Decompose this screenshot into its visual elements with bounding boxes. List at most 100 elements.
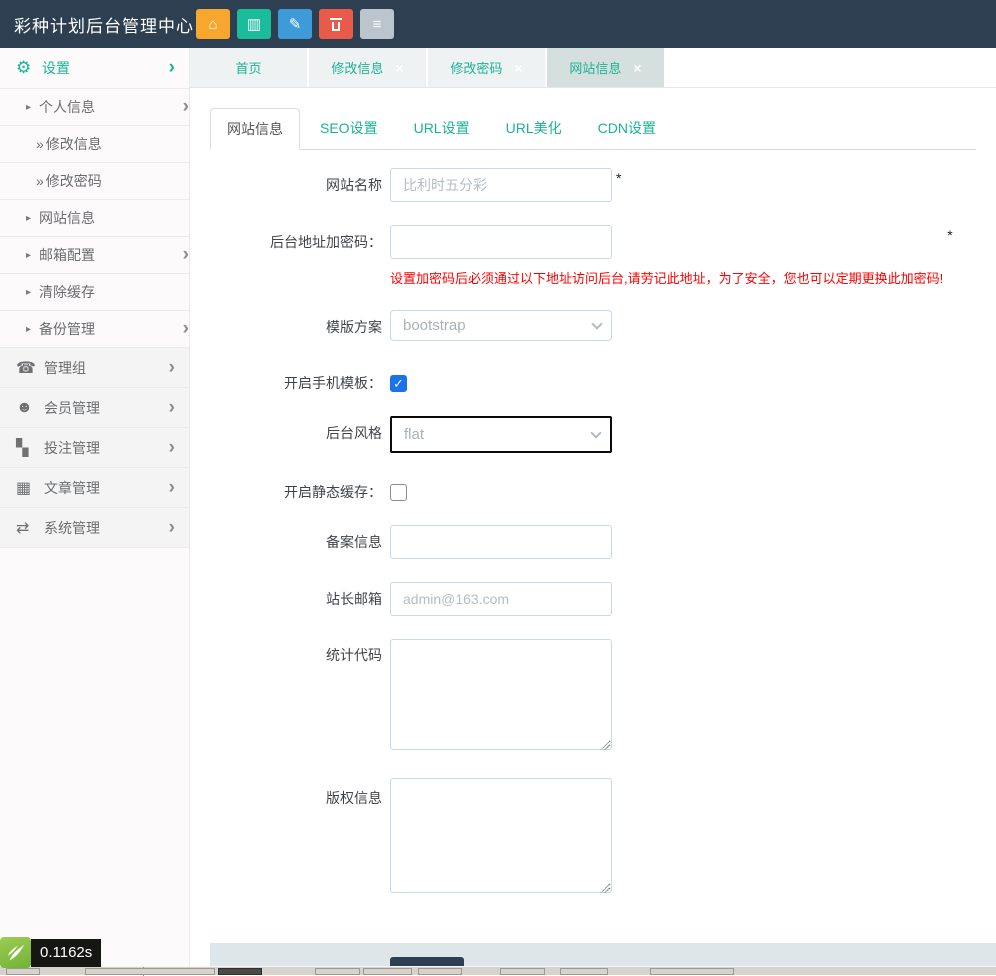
tab-modify-password[interactable]: 修改密码 × (428, 48, 545, 87)
sidebar-item-clear-cache[interactable]: ▸ 清除缓存 (0, 274, 189, 311)
thinkphp-leaf-icon (0, 937, 31, 968)
admin-path-warning: 设置加密码后必须通过以下地址访问后台,请劳记此地址，为了安全，您也可以定期更换此… (390, 268, 943, 287)
taskbar-button[interactable] (560, 968, 608, 975)
taskbar-button[interactable] (6, 968, 40, 975)
sidebar-item-label: 会员管理 (44, 398, 169, 418)
save-button[interactable]: 保存 (390, 957, 464, 966)
home-icon: ⌂ (208, 16, 217, 33)
chevron-right-icon: › (183, 100, 189, 114)
sidebar-item-label: 清除缓存 (39, 282, 189, 302)
tab-site-info[interactable]: 网站信息 × (547, 48, 664, 87)
mobile-template-checkbox[interactable]: ✓ (390, 375, 407, 392)
sidebar-item-label: 文章管理 (44, 478, 169, 498)
site-name-input[interactable] (390, 168, 612, 202)
field-label: 后台地址加密码： (210, 225, 382, 259)
stats-code-textarea[interactable] (390, 639, 612, 750)
sidebar-item-label: 系统管理 (44, 518, 169, 538)
top-header: 彩种计划后台管理中心 ⌂ ▥ ✎ ≡ (0, 0, 996, 48)
sidebar-item-members[interactable]: ☻ 会员管理 › (0, 388, 189, 428)
field-label: 开启静态缓存： (210, 482, 382, 502)
content-navtabs: 网站信息 SEO设置 URL设置 URL美化 CDN设置 (210, 108, 976, 150)
form-row-site-name: 网站名称 * (210, 168, 976, 202)
tab-seo-settings[interactable]: SEO设置 (304, 108, 394, 149)
sidebar-item-betting[interactable]: ▚ 投注管理 › (0, 428, 189, 468)
tab-modify-info[interactable]: 修改信息 × (309, 48, 426, 87)
static-cache-checkbox[interactable] (390, 484, 407, 501)
close-icon[interactable]: × (395, 60, 403, 76)
modules-button[interactable]: ▥ (237, 9, 271, 39)
taskbar-button[interactable] (418, 968, 462, 975)
form-row-template: 模版方案 bootstrap (210, 310, 976, 344)
tab-site-info-section[interactable]: 网站信息 (210, 108, 300, 150)
sidebar-item-label: 管理组 (44, 358, 169, 378)
trash-button[interactable] (319, 9, 353, 39)
admin-style-select[interactable]: flat (390, 416, 612, 453)
sidebar-item-label: 邮箱配置 (39, 245, 183, 265)
header-toolbar: ⌂ ▥ ✎ ≡ (196, 9, 394, 39)
sidebar-item-label: 备份管理 (39, 319, 183, 339)
list-button[interactable]: ≡ (360, 9, 394, 39)
sidebar-item-articles[interactable]: ▦ 文章管理 › (0, 468, 189, 508)
close-icon[interactable]: × (633, 60, 641, 76)
taskbar-button[interactable] (363, 968, 412, 975)
tab-home[interactable]: 首页 (190, 48, 307, 87)
runtime-time: 0.1162s (31, 939, 101, 967)
sidebar-item-label: 修改信息 (46, 134, 189, 154)
window-tabstrip: 首页 修改信息 × 修改密码 × 网站信息 × (190, 48, 996, 88)
caret-right-icon: ▸ (26, 324, 31, 335)
webmaster-email-input[interactable] (390, 582, 612, 616)
required-marker: * (947, 225, 952, 245)
sidebar-item-system[interactable]: ⇄ 系统管理 › (0, 508, 189, 548)
tab-cdn-settings[interactable]: CDN设置 (582, 108, 672, 149)
required-marker: * (616, 168, 621, 188)
chevron-down-icon (590, 427, 601, 438)
template-select[interactable]: bootstrap (390, 310, 612, 341)
form-row-email: 站长邮箱 (210, 582, 976, 616)
sidebar-item-site-info[interactable]: ▸ 网站信息 (0, 200, 189, 237)
tab-url-settings[interactable]: URL设置 (398, 108, 486, 149)
bottom-taskbar-strip (0, 966, 996, 975)
th-grid-icon: ▦ (16, 478, 44, 498)
tab-url-beautify[interactable]: URL美化 (490, 108, 578, 149)
taskbar-button[interactable] (85, 968, 215, 975)
field-label: 模版方案 (210, 310, 382, 344)
form-row-static-cache: 开启静态缓存： (210, 476, 976, 502)
sidebar-item-backup[interactable]: ▸ 备份管理 › (0, 311, 189, 348)
tab-label: 网站信息 (569, 58, 621, 77)
form-row-admin-path: 后台地址加密码： 设置加密码后必须通过以下地址访问后台,请劳记此地址，为了安全，… (210, 225, 976, 287)
taskbar-button[interactable] (500, 968, 545, 975)
app-title: 彩种计划后台管理中心 (0, 12, 196, 37)
caret-right-icon: ▸ (26, 250, 31, 261)
sidebar-item-personal-info[interactable]: ▸ 个人信息 › (0, 89, 189, 126)
taskbar-button[interactable] (315, 968, 360, 975)
recycle-icon: ⇄ (16, 518, 44, 538)
sidebar-item-label: 设置 (42, 58, 169, 78)
close-icon[interactable]: × (514, 60, 522, 76)
sidebar-item-admin-group[interactable]: ☎ 管理组 › (0, 348, 189, 388)
form-row-stats-code: 统计代码 (210, 639, 976, 755)
runtime-badge: 0.1162s (0, 937, 101, 968)
field-label: 后台风格 (210, 416, 382, 450)
edit-button[interactable]: ✎ (278, 9, 312, 39)
taskbar-button-active[interactable] (218, 968, 262, 975)
form-row-copyright: 版权信息 (210, 778, 976, 898)
sidebar-item-email-config[interactable]: ▸ 邮箱配置 › (0, 237, 189, 274)
list-icon: ≡ (373, 16, 382, 33)
cogs-icon: ⚙ (16, 58, 42, 78)
caret-right-icon: ▸ (26, 287, 31, 298)
sidebar-item-modify-password[interactable]: » 修改密码 (0, 163, 189, 200)
chevron-right-icon: › (169, 361, 175, 375)
form-row-icp: 备案信息 (210, 525, 976, 559)
taskbar-button[interactable] (650, 968, 734, 975)
icp-input[interactable] (390, 525, 612, 559)
copyright-textarea[interactable] (390, 778, 612, 893)
admin-path-input[interactable] (390, 225, 612, 259)
sidebar-item-modify-info[interactable]: » 修改信息 (0, 126, 189, 163)
sidebar-item-label: 修改密码 (46, 171, 189, 191)
double-angle-icon: » (36, 136, 44, 152)
home-button[interactable]: ⌂ (196, 9, 230, 39)
chevron-right-icon: › (183, 322, 189, 336)
chevron-right-icon: › (183, 248, 189, 262)
site-info-form: 网站名称 * 后台地址加密码： 设置加密码后必须通过以下地址访问后台,请劳记此地… (210, 168, 976, 966)
sidebar-item-settings[interactable]: ⚙ 设置 › (0, 48, 189, 89)
